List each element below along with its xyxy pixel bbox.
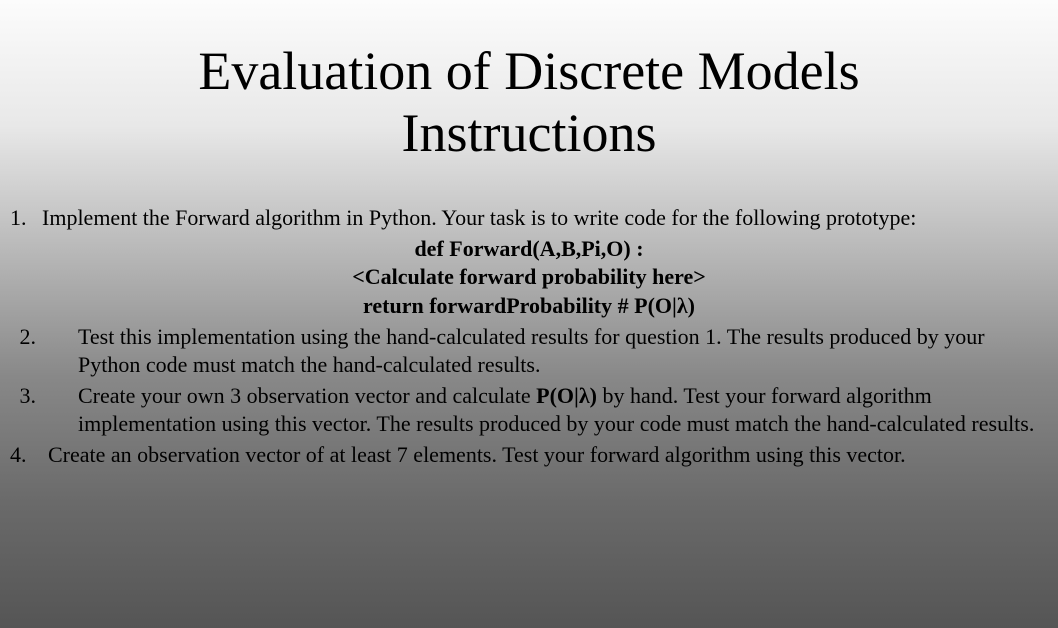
slide-title: Evaluation of Discrete Models Instructio… <box>0 0 1058 194</box>
code-line: return forwardProbability # P(O|λ) <box>10 292 1048 321</box>
item-text: Create an observation vector of at least… <box>42 441 1048 470</box>
code-line: def Forward(A,B,Pi,O) : <box>10 235 1048 264</box>
item-text-before: Create your own 3 observation vector and… <box>78 383 536 408</box>
item-number: 2. <box>10 323 54 380</box>
title-line-2: Instructions <box>0 102 1058 164</box>
list-item: 4. Create an observation vector of at le… <box>10 441 1048 470</box>
item-number: 4. <box>10 441 42 470</box>
item-text: Implement the Forward algorithm in Pytho… <box>42 204 1048 233</box>
list-item: 3. Create your own 3 observation vector … <box>10 382 1048 439</box>
item-text: Create your own 3 observation vector and… <box>54 382 1048 439</box>
list-item: 2. Test this implementation using the ha… <box>10 323 1048 380</box>
instructions-list: 1. Implement the Forward algorithm in Py… <box>0 194 1058 469</box>
list-item: 1. Implement the Forward algorithm in Py… <box>10 204 1048 233</box>
code-prototype: def Forward(A,B,Pi,O) : <Calculate forwa… <box>10 235 1048 321</box>
title-line-1: Evaluation of Discrete Models <box>0 40 1058 102</box>
code-line: <Calculate forward probability here> <box>10 263 1048 292</box>
item-number: 3. <box>10 382 54 439</box>
item-text: Test this implementation using the hand-… <box>54 323 1048 380</box>
formula-bold: P(O|λ) <box>536 383 597 408</box>
item-number: 1. <box>10 204 42 233</box>
